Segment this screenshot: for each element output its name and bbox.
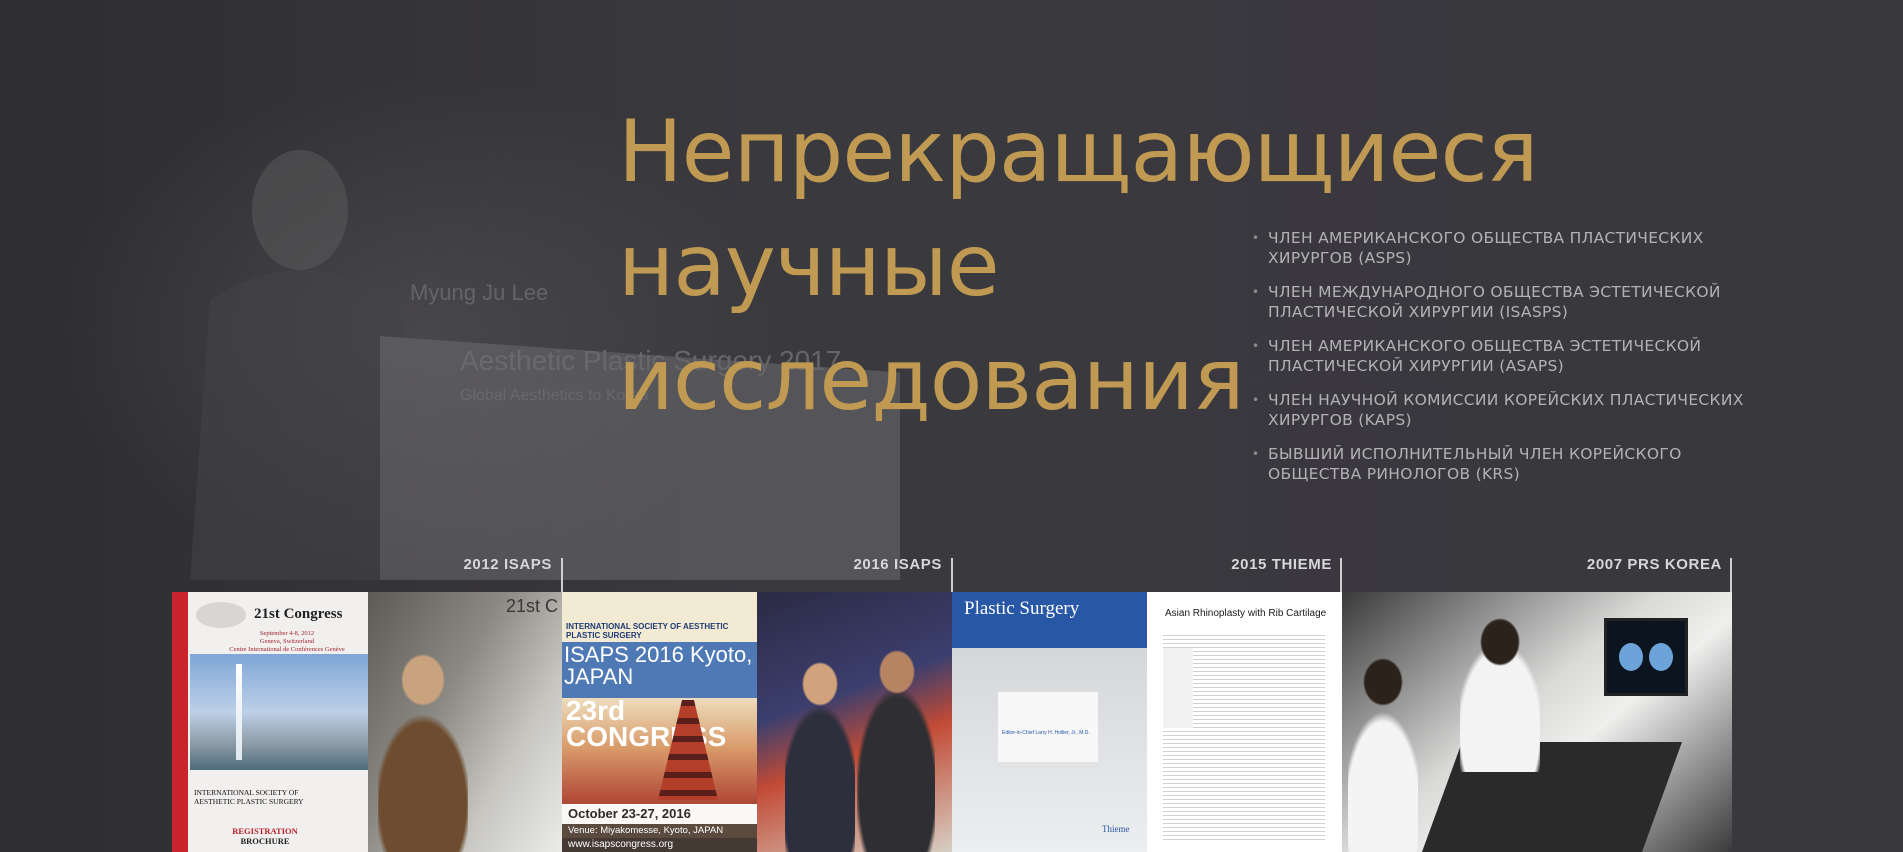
timeline-label-2016-isaps: 2016 ISAPS [853, 556, 942, 573]
poster-date: October 23-27, 2016 [568, 806, 691, 821]
brochure-congress: 21st Congress [254, 606, 343, 622]
article-title: Asian Rhinoplasty with Rib Cartilage [1165, 608, 1327, 619]
timeline-label-2012-isaps: 2012 ISAPS [463, 556, 552, 573]
timeline-label-2007-prs-korea: 2007 PRS KOREA [1586, 556, 1722, 573]
photo-backdrop-text: 21st C [506, 596, 559, 616]
thieme-journal-cover[interactable]: Plastic Surgery Editor-in-Chief Larry H.… [952, 592, 1147, 852]
brochure-registration: REGISTRATION BROCHURE [200, 826, 330, 846]
membership-item: ЧЛЕН АМЕРИКАНСКОГО ОБЩЕСТВА ЭСТЕТИЧЕСКОЙ… [1252, 336, 1752, 376]
poster-society: INTERNATIONAL SOCIETY OF AESTHETIC PLAST… [566, 622, 729, 640]
page-title: Непрекращающиеся научные исследования [618, 95, 1538, 437]
brochure-dates: September 4-8, 2012 Geneva, Switzerland … [212, 630, 362, 654]
poster-url: www.isapscongress.org [562, 838, 757, 852]
timeline-tick [561, 558, 563, 592]
membership-item: ЧЛЕН НАУЧНОЙ КОМИССИИ КОРЕЙСКИХ ПЛАСТИЧЕ… [1252, 390, 1752, 430]
gallery-strip: 21st Congress September 4-8, 2012 Geneva… [172, 592, 1732, 852]
memberships-list: ЧЛЕН АМЕРИКАНСКОГО ОБЩЕСТВА ПЛАСТИЧЕСКИХ… [1252, 228, 1752, 498]
title-line-3: исследования [618, 330, 1245, 430]
brochure-word: BROCHURE [240, 836, 290, 846]
thieme-article-page[interactable]: Asian Rhinoplasty with Rib Cartilage [1147, 592, 1342, 852]
article-abstract-box [1163, 648, 1193, 728]
poster-congress-number: 23rd CONGRESS [566, 695, 727, 752]
timeline-tick [951, 558, 953, 592]
timeline-label-2015-thieme: 2015 THIEME [1231, 556, 1332, 573]
membership-item: БЫВШИЙ ИСПОЛНИТЕЛЬНЫЙ ЧЛЕН КОРЕЙСКОГО ОБ… [1252, 444, 1752, 484]
person-figure [785, 654, 855, 852]
isaps-2012-brochure[interactable]: 21st Congress September 4-8, 2012 Geneva… [172, 592, 368, 852]
poster-venue: Venue: Miyakomesse, Kyoto, JAPAN [562, 824, 757, 838]
fountain-shape [236, 664, 242, 760]
title-line-1: Непрекращающиеся [618, 102, 1538, 202]
monitor-shape [1604, 618, 1688, 696]
poster-headline: ISAPS 2016 Kyoto, JAPAN [564, 642, 753, 689]
speaker-figure [378, 644, 468, 852]
geneva-photo [190, 654, 368, 770]
brochure-date-line: September 4-8, 2012 [259, 630, 315, 637]
membership-item: ЧЛЕН МЕЖДУНАРОДНОГО ОБЩЕСТВА ЭСТЕТИЧЕСКО… [1252, 282, 1752, 322]
brochure-society: INTERNATIONAL SOCIETY OF AESTHETIC PLAST… [194, 788, 304, 806]
prs-korea-2007-photo[interactable] [1342, 592, 1732, 852]
journal-editor: Editor-in-Chief Larry H. Hollier, Jr., M… [1002, 730, 1090, 736]
isaps-logo-icon [196, 602, 246, 628]
person-figure [857, 642, 935, 852]
timeline-tick [1340, 558, 1342, 592]
isaps-2016-poster[interactable]: INTERNATIONAL SOCIETY OF AESTHETIC PLAST… [562, 592, 757, 852]
person-figure [1348, 652, 1418, 852]
sign-name: Myung Ju Lee [410, 280, 548, 305]
membership-item: ЧЛЕН АМЕРИКАНСКОГО ОБЩЕСТВА ПЛАСТИЧЕСКИХ… [1252, 228, 1752, 268]
journal-editor-box [998, 692, 1098, 762]
isaps-2012-speaker-photo[interactable]: 21st C [368, 592, 562, 852]
timeline-tick [1730, 558, 1732, 592]
brochure-centre-line: Centre International de Conférences Genè… [229, 646, 345, 653]
title-line-2: научные [618, 216, 1000, 316]
journal-publisher: Thieme [1102, 824, 1130, 834]
registration-word: REGISTRATION [232, 826, 298, 836]
brochure-place-line: Geneva, Switzerland [259, 638, 315, 645]
isaps-2016-photo[interactable] [757, 592, 952, 852]
journal-title: Plastic Surgery [964, 598, 1080, 619]
person-figure [1460, 612, 1540, 772]
brochure-red-bar [172, 592, 188, 852]
